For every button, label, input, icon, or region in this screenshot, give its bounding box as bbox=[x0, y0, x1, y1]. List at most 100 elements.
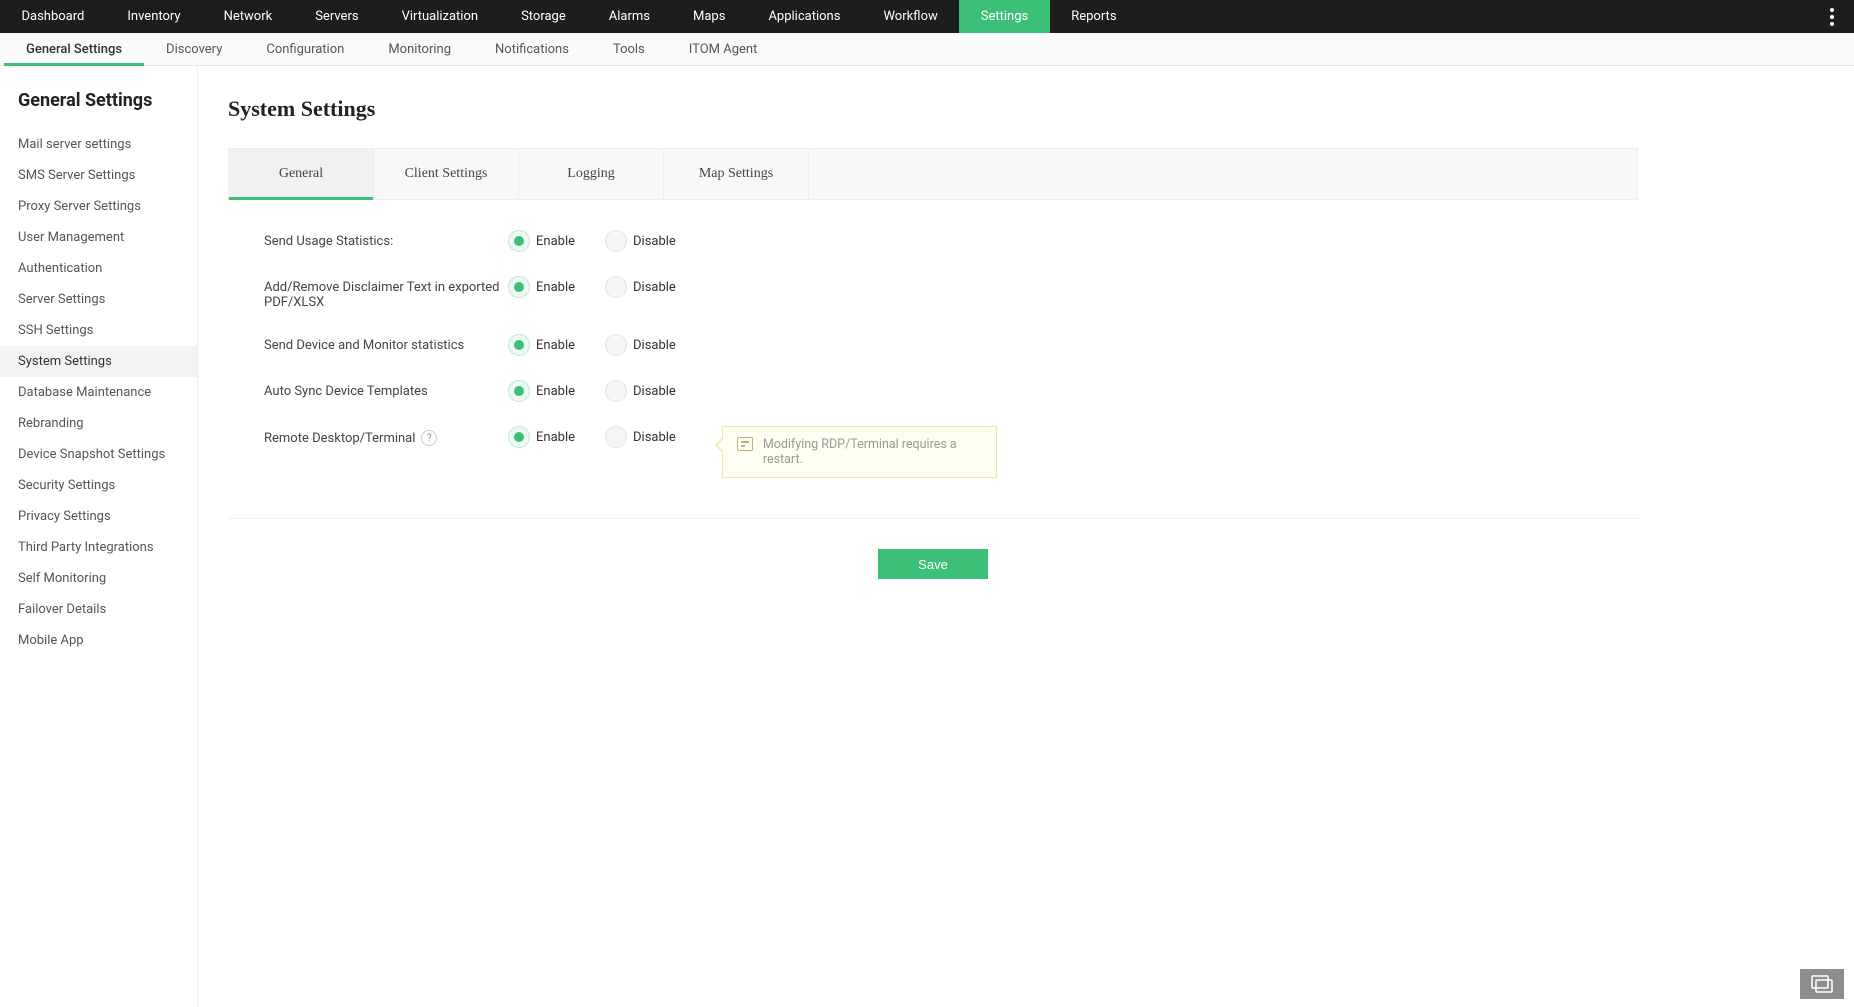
setting-label: Add/Remove Disclaimer Text in exported P… bbox=[264, 276, 508, 310]
top-nav: DashboardInventoryNetworkServersVirtuali… bbox=[0, 0, 1854, 33]
sidebar-item-rebranding[interactable]: Rebranding bbox=[0, 408, 197, 439]
nav-item-reports[interactable]: Reports bbox=[1050, 0, 1138, 33]
setting-label-text: Remote Desktop/Terminal bbox=[264, 431, 415, 446]
sidebar-item-user-management[interactable]: User Management bbox=[0, 222, 197, 253]
subnav-item-itom-agent[interactable]: ITOM Agent bbox=[667, 33, 780, 65]
radio-label: Enable bbox=[536, 338, 575, 353]
sidebar-item-server-settings[interactable]: Server Settings bbox=[0, 284, 197, 315]
nav-item-applications[interactable]: Applications bbox=[747, 0, 862, 33]
radio-option-disable[interactable]: Disable bbox=[605, 276, 696, 298]
radio-button[interactable] bbox=[605, 276, 627, 298]
radio-button[interactable] bbox=[508, 276, 530, 298]
radio-label: Disable bbox=[633, 384, 676, 399]
setting-row: Send Usage Statistics: Enable Disable bbox=[264, 218, 1638, 264]
sidebar-item-proxy-server-settings[interactable]: Proxy Server Settings bbox=[0, 191, 197, 222]
radio-group: Enable Disable bbox=[508, 426, 696, 448]
setting-row: Remote Desktop/Terminal? Enable Disable Mod… bbox=[264, 414, 1638, 490]
radio-option-enable[interactable]: Enable bbox=[508, 380, 595, 402]
radio-group: Enable Disable bbox=[508, 334, 696, 356]
sidebar-item-authentication[interactable]: Authentication bbox=[0, 253, 197, 284]
tab-client-settings[interactable]: Client Settings bbox=[374, 149, 519, 199]
radio-option-enable[interactable]: Enable bbox=[508, 230, 595, 252]
setting-row: Auto Sync Device Templates Enable Disable bbox=[264, 368, 1638, 414]
radio-label: Disable bbox=[633, 338, 676, 353]
nav-item-maps[interactable]: Maps bbox=[672, 0, 747, 33]
tab-logging[interactable]: Logging bbox=[519, 149, 664, 199]
setting-label-text: Send Device and Monitor statistics bbox=[264, 338, 464, 353]
nav-item-alarms[interactable]: Alarms bbox=[587, 0, 671, 33]
subnav-item-notifications[interactable]: Notifications bbox=[473, 33, 591, 65]
sidebar-item-failover-details[interactable]: Failover Details bbox=[0, 594, 197, 625]
sidebar-item-database-maintenance[interactable]: Database Maintenance bbox=[0, 377, 197, 408]
info-callout: Modifying RDP/Terminal requires a restar… bbox=[722, 426, 997, 478]
radio-option-enable[interactable]: Enable bbox=[508, 276, 595, 298]
radio-label: Enable bbox=[536, 430, 575, 445]
setting-row: Add/Remove Disclaimer Text in exported P… bbox=[264, 264, 1638, 322]
radio-button[interactable] bbox=[605, 230, 627, 252]
radio-group: Enable Disable bbox=[508, 276, 696, 298]
sidebar-item-third-party-integrations[interactable]: Third Party Integrations bbox=[0, 532, 197, 563]
sidebar-item-mobile-app[interactable]: Mobile App bbox=[0, 625, 197, 656]
radio-option-disable[interactable]: Disable bbox=[605, 230, 696, 252]
nav-item-network[interactable]: Network bbox=[202, 0, 294, 33]
subnav-item-configuration[interactable]: Configuration bbox=[244, 33, 366, 65]
subnav-item-discovery[interactable]: Discovery bbox=[144, 33, 244, 65]
subnav-item-general-settings[interactable]: General Settings bbox=[4, 33, 144, 65]
radio-button[interactable] bbox=[605, 426, 627, 448]
sidebar-heading: General Settings bbox=[18, 90, 197, 111]
settings-tabs: GeneralClient SettingsLoggingMap Setting… bbox=[228, 148, 1638, 200]
sidebar-item-self-monitoring[interactable]: Self Monitoring bbox=[0, 563, 197, 594]
sidebar: General Settings Mail server settingsSMS… bbox=[0, 66, 198, 1007]
tab-map-settings[interactable]: Map Settings bbox=[664, 149, 809, 199]
radio-label: Enable bbox=[536, 280, 575, 295]
nav-item-workflow[interactable]: Workflow bbox=[862, 0, 959, 33]
nav-item-inventory[interactable]: Inventory bbox=[106, 0, 202, 33]
feedback-icon bbox=[1811, 975, 1833, 993]
subnav-item-monitoring[interactable]: Monitoring bbox=[366, 33, 473, 65]
radio-group: Enable Disable bbox=[508, 230, 696, 252]
nav-item-settings[interactable]: Settings bbox=[959, 0, 1049, 33]
setting-row: Send Device and Monitor statistics Enable… bbox=[264, 322, 1638, 368]
radio-option-disable[interactable]: Disable bbox=[605, 426, 696, 448]
callout-text: Modifying RDP/Terminal requires a restar… bbox=[763, 437, 982, 467]
sidebar-item-security-settings[interactable]: Security Settings bbox=[0, 470, 197, 501]
sub-nav: General SettingsDiscoveryConfigurationMo… bbox=[0, 33, 1854, 66]
radio-button[interactable] bbox=[508, 230, 530, 252]
radio-label: Disable bbox=[633, 234, 676, 249]
divider bbox=[228, 518, 1638, 519]
page-title: System Settings bbox=[228, 96, 1638, 122]
setting-label-text: Auto Sync Device Templates bbox=[264, 384, 428, 399]
radio-button[interactable] bbox=[508, 426, 530, 448]
feedback-button[interactable] bbox=[1800, 969, 1844, 999]
radio-button[interactable] bbox=[508, 334, 530, 356]
radio-button[interactable] bbox=[508, 380, 530, 402]
nav-item-virtualization[interactable]: Virtualization bbox=[380, 0, 500, 33]
help-icon[interactable]: ? bbox=[421, 430, 437, 446]
subnav-item-tools[interactable]: Tools bbox=[591, 33, 667, 65]
radio-option-enable[interactable]: Enable bbox=[508, 426, 595, 448]
radio-label: Enable bbox=[536, 384, 575, 399]
sidebar-item-system-settings[interactable]: System Settings bbox=[0, 346, 197, 377]
radio-option-disable[interactable]: Disable bbox=[605, 380, 696, 402]
radio-button[interactable] bbox=[605, 380, 627, 402]
sidebar-item-sms-server-settings[interactable]: SMS Server Settings bbox=[0, 160, 197, 191]
tab-general[interactable]: General bbox=[229, 149, 374, 199]
setting-label-text: Add/Remove Disclaimer Text in exported P… bbox=[264, 280, 508, 310]
radio-option-enable[interactable]: Enable bbox=[508, 334, 595, 356]
save-button[interactable]: Save bbox=[878, 549, 988, 579]
sidebar-item-ssh-settings[interactable]: SSH Settings bbox=[0, 315, 197, 346]
setting-label: Send Usage Statistics: bbox=[264, 230, 508, 249]
nav-item-servers[interactable]: Servers bbox=[294, 0, 380, 33]
sidebar-item-privacy-settings[interactable]: Privacy Settings bbox=[0, 501, 197, 532]
sidebar-item-mail-server-settings[interactable]: Mail server settings bbox=[0, 129, 197, 160]
main-panel: System Settings GeneralClient SettingsLo… bbox=[198, 66, 1668, 1007]
nav-item-dashboard[interactable]: Dashboard bbox=[0, 0, 106, 33]
sidebar-item-device-snapshot-settings[interactable]: Device Snapshot Settings bbox=[0, 439, 197, 470]
radio-button[interactable] bbox=[605, 334, 627, 356]
nav-item-storage[interactable]: Storage bbox=[500, 0, 588, 33]
radio-option-disable[interactable]: Disable bbox=[605, 334, 696, 356]
radio-label: Enable bbox=[536, 234, 575, 249]
setting-label-text: Send Usage Statistics: bbox=[264, 234, 393, 249]
more-menu-button[interactable] bbox=[1824, 0, 1840, 33]
callout-icon bbox=[737, 437, 753, 451]
